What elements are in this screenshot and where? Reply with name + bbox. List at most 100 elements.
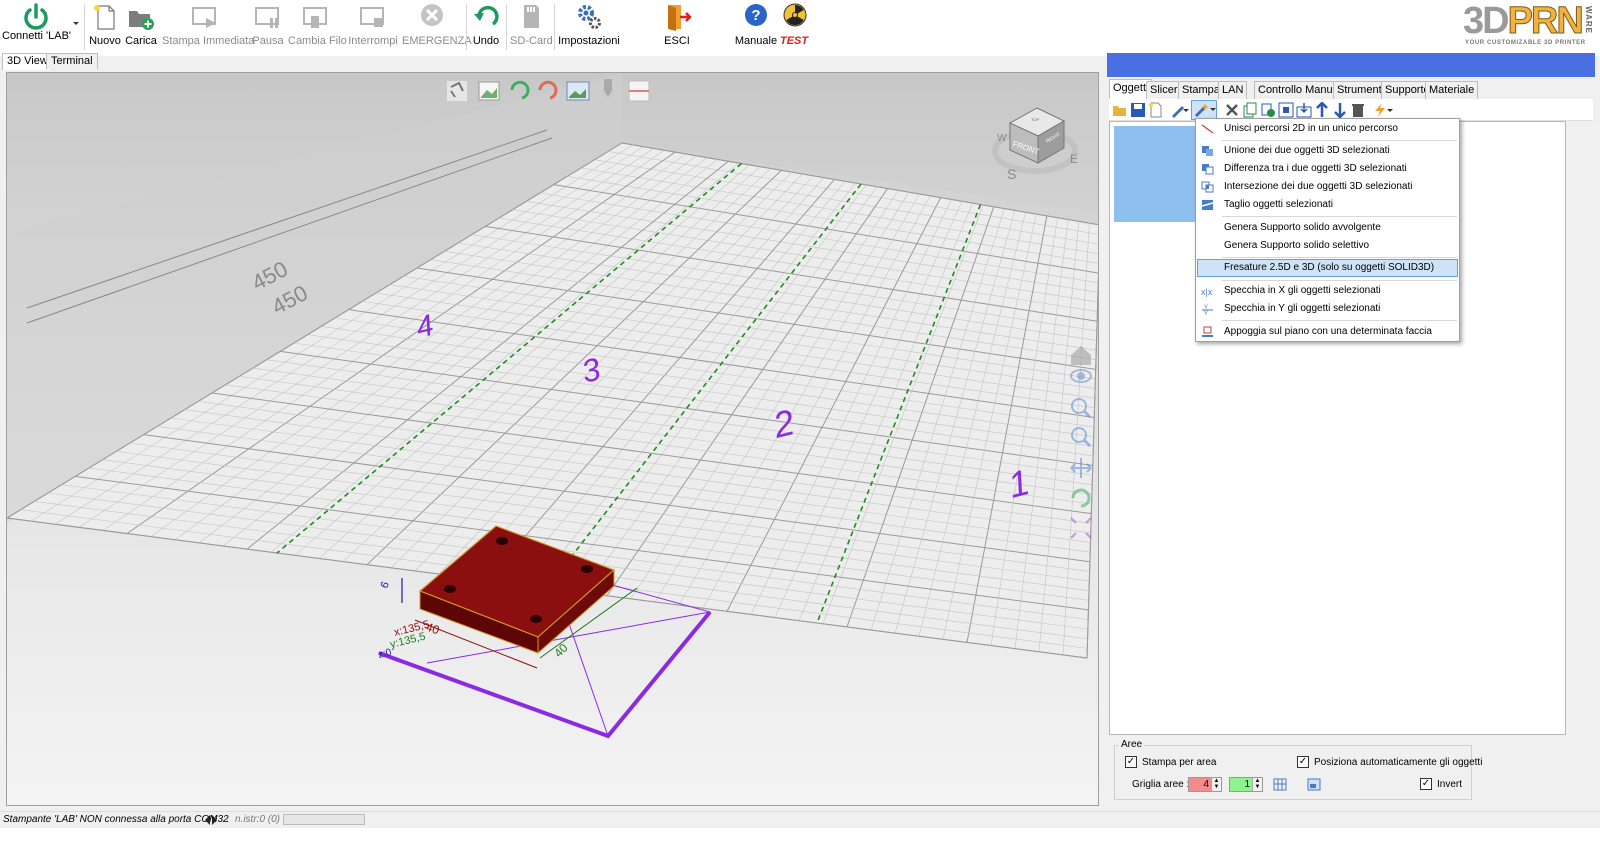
auto-position-checkbox[interactable]: ✓	[1297, 756, 1309, 768]
tab-strumenti[interactable]: Strumenti	[1333, 81, 1389, 99]
fit-icon[interactable]	[1278, 102, 1294, 118]
copy-icon[interactable]	[1242, 102, 1258, 118]
trash-icon[interactable]	[1350, 102, 1366, 118]
tools-dropdown-arrow-icon	[1210, 108, 1216, 111]
menu-item-merge-2d-paths[interactable]: Unisci percorsi 2D in un unico percorso	[1197, 120, 1458, 138]
aree-legend: Aree	[1119, 739, 1145, 750]
split-view-icon[interactable]	[628, 80, 650, 102]
print-by-area-checkbox[interactable]: ✓	[1125, 756, 1137, 768]
wrench-icon[interactable]	[1224, 102, 1240, 118]
connect-dropdown-arrow-icon[interactable]	[71, 18, 81, 28]
change-filament-button[interactable]: Cambia Filo	[288, 0, 347, 54]
new-file-icon	[94, 5, 115, 30]
print-play-icon	[192, 7, 216, 28]
power-icon	[24, 3, 48, 30]
grid-x-value: 4	[1203, 779, 1209, 790]
menu-item-union[interactable]: Unione dei due oggetti 3D selezionati	[1197, 142, 1458, 160]
import-icon[interactable]	[1296, 102, 1312, 118]
connection-status-text: Stampante 'LAB' NON connessa alla porta …	[3, 814, 229, 825]
settings-label: Impostazioni	[558, 35, 620, 47]
3d-viewport[interactable]: 450 450 1 2 3 4 40 40 6 x:135,5 y:135,5 …	[6, 72, 1099, 806]
tab-materiale[interactable]: Materiale	[1425, 81, 1479, 99]
radiation-icon	[783, 3, 807, 27]
new-label: Nuovo	[89, 35, 121, 47]
compass-e-label: E	[1070, 152, 1078, 166]
settings-button[interactable]: Impostazioni	[558, 0, 620, 54]
sdcard-label: SD-Card	[510, 35, 553, 47]
image-view-icon[interactable]	[478, 81, 500, 101]
menu-item-mirror-y[interactable]: YY Specchia in Y gli oggetti selezionati	[1197, 300, 1458, 318]
pencil-dropdown-icon[interactable]	[1182, 102, 1190, 118]
menu-item-difference[interactable]: Differenza tra i due oggetti 3D selezion…	[1197, 160, 1458, 178]
save-icon[interactable]	[1130, 102, 1146, 118]
exit-button[interactable]: ESCI	[660, 0, 694, 54]
grid-y-spinner[interactable]: 1 ▲ ▼	[1229, 777, 1263, 792]
pause-button[interactable]: Pausa	[251, 0, 285, 54]
grid-x-spinner[interactable]: 4 ▲ ▼	[1188, 777, 1222, 792]
undo-button[interactable]: Undo	[470, 0, 502, 54]
instruction-count: n.istr:0 (0)	[235, 814, 281, 825]
new-button[interactable]: Nuovo	[88, 0, 122, 54]
compass-s-label: S	[1007, 166, 1016, 182]
grid-areas-label: Griglia aree :	[1132, 779, 1190, 790]
connect-button[interactable]: Connetti 'LAB'	[2, 0, 71, 54]
logo-tagline: YOUR CUSTOMIZABLE 3D PRINTER	[1465, 40, 1586, 46]
cut-objects-icon	[1201, 200, 1214, 210]
magic-tools-icon	[1194, 103, 1209, 118]
invert-checkbox[interactable]: ✓	[1420, 778, 1432, 790]
grid-y-value: 1	[1244, 779, 1250, 790]
tab-slicer[interactable]: Slicer	[1146, 81, 1182, 99]
print-by-area-label: Stampa per area	[1142, 757, 1217, 768]
filament-icon	[303, 7, 327, 28]
menu-item-support-enveloping[interactable]: Genera Supporto solido avvolgente	[1197, 219, 1458, 237]
connection-arrows-icon	[205, 815, 217, 825]
menu-item-milling[interactable]: Fresature 2.5D e 3D (solo su oggetti SOL…	[1197, 259, 1458, 277]
grid-x-spinner-arrows-icon[interactable]: ▲ ▼	[1211, 778, 1221, 791]
tab-lan[interactable]: LAN	[1218, 81, 1248, 99]
svg-text:?: ?	[751, 7, 760, 24]
lightning-dropdown-icon[interactable]	[1386, 102, 1394, 118]
grid-icon[interactable]	[1273, 778, 1287, 791]
open-folder-icon[interactable]	[1112, 102, 1128, 118]
new-doc-icon[interactable]	[1148, 102, 1164, 118]
print-now-button[interactable]: Stampa Immediata	[162, 0, 254, 54]
menu-item-lay-on-face[interactable]: Appoggia sul piano con una determinata f…	[1197, 323, 1458, 341]
undo-label: Undo	[472, 35, 500, 47]
screenshot-icon[interactable]	[566, 81, 590, 101]
manual-button[interactable]: ? Manuale	[734, 0, 778, 54]
tools-dropdown-button[interactable]	[1191, 100, 1217, 120]
emergency-button[interactable]: EMERGENZA	[402, 0, 472, 54]
pause-icon	[255, 7, 279, 28]
gears-icon	[578, 5, 601, 29]
menu-item-support-selective[interactable]: Genera Supporto solido selettivo	[1197, 237, 1458, 255]
load-label: Carica	[125, 35, 157, 47]
interrupt-button[interactable]: Interrompi	[348, 0, 398, 54]
aree-group: Aree ✓ Stampa per area ✓ Posiziona autom…	[1114, 739, 1482, 800]
lay-flat-icon	[1202, 326, 1213, 337]
emergency-label: EMERGENZA	[402, 35, 472, 47]
status-dot: .	[226, 814, 229, 825]
union-icon	[1202, 146, 1213, 156]
move-up-icon[interactable]	[1314, 102, 1330, 118]
rotate-view-icon[interactable]	[447, 81, 467, 101]
viewcube-top-label: TOP	[1031, 117, 1039, 122]
move-down-icon[interactable]	[1332, 102, 1348, 118]
manual-label: Manuale	[734, 35, 778, 47]
pause-label: Pausa	[252, 35, 284, 47]
menu-item-intersection[interactable]: Intersezione dei due oggetti 3D selezion…	[1197, 178, 1458, 196]
3d-scene[interactable]: 450 450 1 2 3 4 40 40 6 x:135,5 y:135,5 …	[7, 73, 1099, 806]
load-button[interactable]: Carica	[124, 0, 158, 54]
folder-add-icon	[129, 11, 154, 30]
menu-item-cut[interactable]: Taglio oggetti selezionati	[1197, 196, 1458, 214]
sdcard-button[interactable]: SD-Card	[510, 0, 553, 54]
svg-text:x|x: x|x	[1201, 287, 1213, 297]
tab-terminal[interactable]: Terminal	[46, 53, 98, 69]
progress-bar	[283, 814, 365, 825]
area-layout-icon[interactable]	[1307, 778, 1321, 791]
auto-position-label: Posiziona automaticamente gli oggetti	[1314, 757, 1483, 768]
tools-dropdown-menu: Unisci percorsi 2D in un unico percorso …	[1195, 118, 1460, 342]
menu-item-mirror-x[interactable]: x|x Specchia in X gli oggetti selezionat…	[1197, 282, 1458, 300]
test-button[interactable]: TEST	[780, 0, 808, 54]
duplicate-icon[interactable]	[1260, 102, 1276, 118]
grid-y-spinner-arrows-icon[interactable]: ▲ ▼	[1252, 778, 1262, 791]
